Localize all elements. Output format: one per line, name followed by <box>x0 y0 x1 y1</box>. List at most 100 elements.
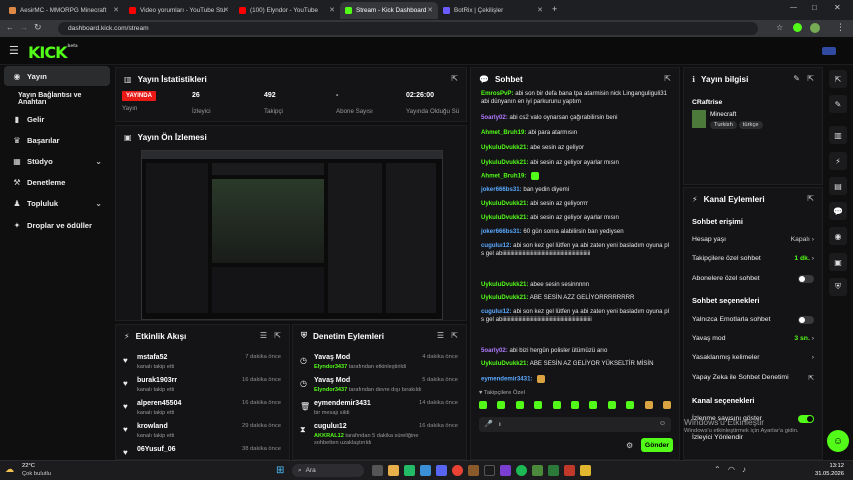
setting-host[interactable]: İzleyici Yönlendir <box>692 434 814 441</box>
popout-icon[interactable]: ⇱ <box>451 74 458 83</box>
filter-icon[interactable]: ☰ <box>260 331 267 340</box>
chat-username[interactable]: Ahmet_Bruh19: <box>481 129 526 136</box>
mic-icon[interactable]: 🎤 <box>484 420 493 428</box>
chat-username[interactable]: UykuluDvukk21: <box>481 144 528 151</box>
app-icon[interactable] <box>404 465 415 476</box>
new-tab-button[interactable]: + <box>552 4 557 14</box>
popout-icon[interactable]: ⇱ <box>451 331 458 340</box>
emote-icon[interactable] <box>497 401 506 409</box>
emote-icon[interactable] <box>479 401 487 409</box>
spotify-icon[interactable] <box>516 465 527 476</box>
close-tab-icon[interactable]: ✕ <box>427 6 433 14</box>
minimize-icon[interactable]: — <box>790 4 797 11</box>
close-window-icon[interactable]: ✕ <box>834 3 841 12</box>
chat-username[interactable]: cuguluı12: <box>481 308 511 315</box>
tag-pill[interactable]: Turkish <box>710 121 737 129</box>
url-field[interactable]: dashboard.kick.com/stream <box>58 22 758 35</box>
setting-slow-mode[interactable]: Yavaş mod 3 sn. › <box>692 335 814 342</box>
browser-tab[interactable]: BotRix | Çekilişler ✕ <box>438 2 548 19</box>
rail-bolt-icon[interactable]: ⚡ <box>829 152 847 170</box>
app-icon[interactable] <box>420 465 431 476</box>
extension-icon[interactable] <box>793 23 802 32</box>
rail-broadcast-icon[interactable]: ◉ <box>829 227 847 245</box>
popout-icon[interactable]: ⇱ <box>807 194 814 203</box>
setting-banned-words[interactable]: Yasaklanmış kelimeler › <box>692 354 814 361</box>
sidebar-item-stream-key[interactable]: Yayın Bağlantısı ve Anahtarı <box>4 89 110 109</box>
emote-icon[interactable] <box>552 401 561 409</box>
hamburger-menu-icon[interactable]: ☰ <box>9 44 19 57</box>
chat-username[interactable]: joker666bs31: <box>481 186 522 193</box>
toggle-switch[interactable] <box>798 275 814 283</box>
rail-stats-icon[interactable]: ▥ <box>829 126 847 144</box>
rail-preview-icon[interactable]: ▣ <box>829 253 847 271</box>
clock-time[interactable]: 13:12 <box>806 463 844 469</box>
browser-tab[interactable]: AesirMC - MMORPG Minecraft ✕ <box>4 2 124 19</box>
toggle-switch[interactable] <box>798 415 814 423</box>
toggle-switch[interactable] <box>798 316 814 324</box>
chat-username[interactable]: UykuluDvukk21: <box>481 360 528 367</box>
volume-icon[interactable]: ♪ <box>742 465 746 474</box>
browser-menu-icon[interactable]: ⋮ <box>836 22 845 33</box>
chrome-icon[interactable] <box>452 465 463 476</box>
sidebar-item-moderation[interactable]: ⚒ Denetleme <box>4 172 110 192</box>
setting-emote-only[interactable]: Yalnızca Emotlarla sohbet <box>692 316 814 324</box>
emote-icon[interactable] <box>515 401 524 409</box>
emote-icon[interactable] <box>607 401 616 409</box>
browser-tab[interactable]: (100) Elyndor - YouTube ✕ <box>234 2 340 19</box>
send-button[interactable]: Gönder <box>641 438 673 452</box>
sidebar-item-drops[interactable]: ✦ Droplar ve ödüller <box>4 215 110 235</box>
popout-icon[interactable]: ⇱ <box>664 74 671 83</box>
rail-notes-icon[interactable]: ▤ <box>829 177 847 195</box>
emote-icon[interactable] <box>570 401 579 409</box>
rail-chat-icon[interactable]: 💬 <box>829 202 847 220</box>
setting-ai-moderation[interactable]: Yapay Zeka ile Sohbet Denetimi ⇱ <box>692 374 814 382</box>
rail-edit-icon[interactable]: ✎ <box>829 95 847 113</box>
rail-shield-icon[interactable]: ⛨ <box>829 278 847 296</box>
browser-tab-active[interactable]: Stream - Kick Dashboard ✕ <box>340 2 438 19</box>
edit-icon[interactable]: ✎ <box>793 74 800 83</box>
chat-input[interactable]: 🎤 ı ☺ <box>479 417 671 432</box>
chat-username[interactable]: eymendemir3431: <box>481 376 533 383</box>
tag-pill[interactable]: türkçe <box>738 121 763 129</box>
weather-temp[interactable]: 22°C <box>22 463 35 469</box>
chat-username[interactable]: Ahmet_Bruh19: <box>481 173 526 180</box>
browser-tab[interactable]: Video yorumları - YouTube Stu ✕ <box>124 2 234 19</box>
sidebar-item-stream[interactable]: ◉ Yayın <box>4 66 110 86</box>
task-view-icon[interactable] <box>372 465 383 476</box>
minecraft-icon[interactable] <box>468 465 479 476</box>
chat-username[interactable]: joker666bs31: <box>481 228 522 235</box>
app-icon[interactable] <box>532 465 543 476</box>
wifi-icon[interactable]: ◠ <box>728 465 735 474</box>
category-name[interactable]: Minecraft <box>710 111 736 118</box>
taskbar-search[interactable]: ⌕ Ara <box>292 464 364 477</box>
chat-username[interactable]: EmrosPvP: <box>481 90 514 97</box>
close-tab-icon[interactable]: ✕ <box>537 6 543 14</box>
filter-icon[interactable]: ☰ <box>437 331 444 340</box>
file-explorer-icon[interactable] <box>388 465 399 476</box>
rail-popout-icon[interactable]: ⇱ <box>829 70 847 88</box>
app-icon[interactable] <box>548 465 559 476</box>
close-tab-icon[interactable]: ✕ <box>329 6 335 14</box>
back-icon[interactable]: ← <box>6 23 14 32</box>
app-icon[interactable] <box>580 465 591 476</box>
setting-account-age[interactable]: Hesap yaşı Kapalı › <box>692 236 814 243</box>
forward-icon[interactable]: → <box>20 23 28 32</box>
chat-username[interactable]: UykuluDvukk21: <box>481 200 528 207</box>
chat-username[interactable]: 5oarly02: <box>481 347 508 354</box>
maximize-icon[interactable]: □ <box>812 3 817 12</box>
emote-icon[interactable] <box>644 401 653 409</box>
sidebar-item-achievements[interactable]: ♛ Başarılar <box>4 130 110 150</box>
emoji-icon[interactable]: ☺ <box>659 420 666 427</box>
chat-username[interactable]: cuguluı12: <box>481 242 511 249</box>
tray-chevron-icon[interactable]: ⌃ <box>714 465 721 474</box>
popout-icon[interactable]: ⇱ <box>807 74 814 83</box>
chat-username[interactable]: 5oarly02: <box>481 114 508 121</box>
setting-subscribers-only[interactable]: Abonelere özel sohbet <box>692 275 814 283</box>
sidebar-item-studio[interactable]: ▦ Stüdyo ⌄ <box>4 151 110 171</box>
chat-username[interactable]: UykuluDvukk21: <box>481 159 528 166</box>
user-avatar[interactable] <box>822 47 836 55</box>
chat-username[interactable]: UykuluDvukk21: <box>481 214 528 221</box>
close-tab-icon[interactable]: ✕ <box>113 6 119 14</box>
emote-icon[interactable] <box>534 401 543 409</box>
close-tab-icon[interactable]: ✕ <box>223 6 229 14</box>
